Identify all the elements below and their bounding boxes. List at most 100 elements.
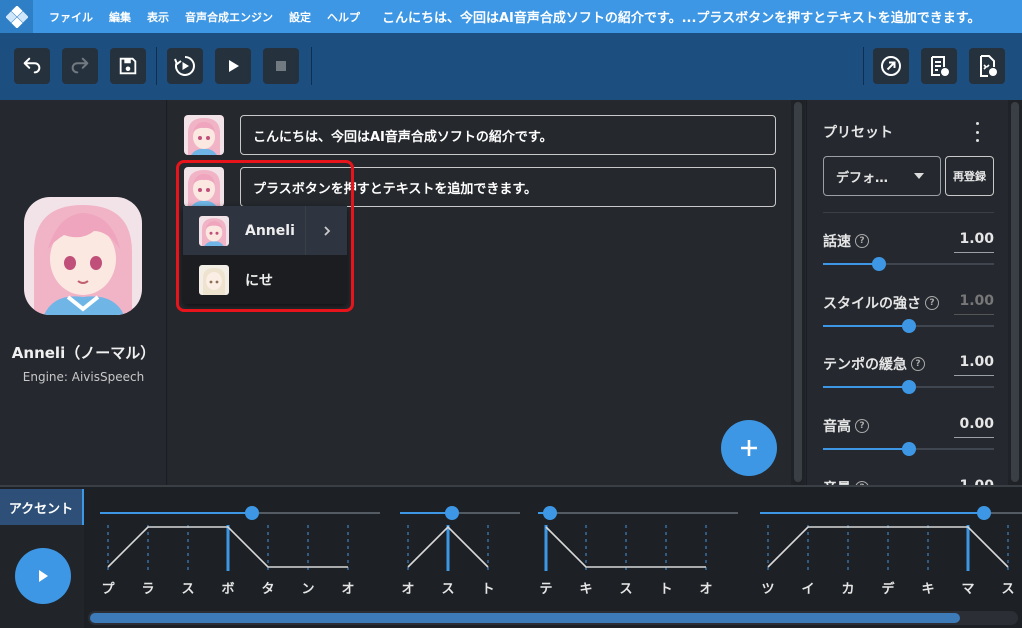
param-slider[interactable] — [823, 319, 994, 333]
export-audio-button[interactable] — [873, 48, 909, 84]
mora-label[interactable]: オ — [341, 582, 354, 597]
app-window: ファイル 編集 表示 音声合成エンジン 設定 ヘルプ こんにちは、今回はAI音声… — [0, 0, 1022, 628]
mora-label[interactable]: キ — [921, 582, 934, 597]
parameter-panel: プリセット デフォ… 再登録 話速? 1.00 スタイルの強さ? 1.00 テンポの緩急… — [806, 100, 1022, 485]
export-connected-button[interactable] — [969, 48, 1005, 84]
mora-label[interactable]: ン — [301, 582, 314, 597]
mora-label[interactable]: イ — [801, 582, 814, 597]
toolbar — [0, 33, 1022, 100]
param-label: テンポの緩急? — [823, 354, 925, 374]
help-icon[interactable]: ? — [855, 419, 869, 433]
accent-scrollbar[interactable] — [88, 611, 1018, 625]
menu-bar: ファイル 編集 表示 音声合成エンジン 設定 ヘルプ こんにちは、今回はAI音声… — [0, 0, 1022, 33]
preset-title: プリセット — [823, 125, 893, 141]
menu-file[interactable]: ファイル — [33, 9, 101, 25]
row-1-avatar[interactable] — [184, 115, 224, 155]
param-slider[interactable] — [823, 257, 994, 271]
mora-label[interactable]: プ — [101, 582, 115, 597]
menu-help[interactable]: ヘルプ — [319, 9, 368, 25]
play-icon — [39, 570, 48, 582]
param-slider[interactable] — [823, 380, 994, 394]
character-engine: Engine: AivisSpeech — [22, 370, 145, 384]
mora-label[interactable]: ス — [181, 582, 194, 597]
undo-button[interactable] — [14, 48, 50, 84]
stop-button[interactable] — [263, 48, 299, 84]
param-2: テンポの緩急? 1.00 — [823, 354, 994, 414]
redo-icon — [71, 57, 89, 74]
menu-engine[interactable]: 音声合成エンジン — [177, 9, 281, 25]
param-value-input[interactable]: 1.00 — [954, 231, 994, 253]
mora-label[interactable]: ス — [619, 582, 632, 597]
plus-icon — [741, 440, 757, 456]
mora-label[interactable]: オ — [401, 582, 414, 597]
app-logo-icon — [0, 0, 33, 33]
window-title: こんにちは、今回はAI音声合成ソフトの紹介です。...プラスボタンを押すとテキス… — [382, 11, 981, 26]
character-portrait — [24, 197, 142, 315]
param-label: 音量? — [823, 478, 869, 485]
param-value-input[interactable]: 1.00 — [954, 478, 994, 485]
param-value-input[interactable]: 1.00 — [954, 293, 994, 315]
export-connected-icon — [980, 55, 997, 77]
param-label: スタイルの強さ? — [823, 293, 939, 313]
more-vert-icon[interactable] — [969, 122, 985, 142]
menu-settings[interactable]: 設定 — [281, 9, 319, 25]
play-button[interactable] — [215, 48, 251, 84]
highlight-annotation — [176, 160, 354, 312]
menu-view[interactable]: 表示 — [139, 9, 177, 25]
param-1: スタイルの強さ? 1.00 — [823, 293, 994, 353]
export-icon — [881, 56, 901, 76]
preset-selected-value: デフォ… — [836, 170, 889, 186]
export-text-icon — [931, 56, 949, 76]
mora-label[interactable]: デ — [881, 581, 895, 597]
mora-label[interactable]: ラ — [141, 582, 154, 597]
help-icon[interactable]: ? — [855, 234, 869, 248]
param-value-input[interactable]: 0.00 — [954, 416, 994, 438]
play-continuous-icon — [174, 56, 195, 76]
mora-label[interactable]: カ — [841, 582, 854, 597]
mora-label[interactable]: ト — [659, 582, 672, 597]
play-continuous-button[interactable] — [167, 48, 203, 84]
save-icon — [119, 57, 137, 75]
param-3: 音高? 0.00 — [823, 416, 994, 476]
mora-label[interactable]: マ — [961, 582, 974, 597]
mora-label[interactable]: ス — [1001, 582, 1014, 597]
add-text-button[interactable] — [721, 420, 777, 476]
menu-edit[interactable]: 編集 — [101, 9, 139, 25]
undo-icon — [23, 57, 41, 74]
accent-slider-knob[interactable] — [977, 506, 991, 520]
accent-phrase-editor[interactable]: プラスボタンオオストテキストオツイカデキマス — [88, 487, 1022, 628]
accent-slider-knob[interactable] — [245, 506, 259, 520]
parameter-scrollbar[interactable] — [1008, 100, 1022, 485]
slider-knob[interactable] — [901, 380, 916, 394]
accent-play-button[interactable] — [15, 548, 71, 604]
slider-knob[interactable] — [872, 257, 887, 271]
editor-scrollbar[interactable] — [791, 100, 805, 485]
mora-label[interactable]: タ — [261, 582, 274, 597]
param-label: 音高? — [823, 416, 869, 436]
accent-slider-knob[interactable] — [445, 506, 459, 520]
mora-label[interactable]: ス — [441, 582, 454, 597]
tab-accent[interactable]: アクセント — [0, 489, 84, 525]
row-1-text-field[interactable]: こんにちは、今回はAI音声合成ソフトの紹介です。 — [240, 115, 776, 155]
save-button[interactable] — [110, 48, 146, 84]
redo-button[interactable] — [62, 48, 98, 84]
help-icon[interactable]: ? — [925, 296, 939, 310]
mora-label[interactable]: オ — [699, 582, 712, 597]
preset-select[interactable]: デフォ… — [823, 156, 941, 196]
help-icon[interactable]: ? — [911, 357, 925, 371]
accent-slider-knob[interactable] — [543, 506, 557, 520]
slider-knob[interactable] — [901, 442, 916, 456]
param-slider[interactable] — [823, 442, 994, 456]
mora-label[interactable]: テ — [539, 582, 552, 597]
mora-label[interactable]: ト — [481, 582, 494, 597]
mora-label[interactable]: キ — [579, 582, 592, 597]
slider-knob[interactable] — [901, 319, 916, 333]
preset-reregister-button[interactable]: 再登録 — [945, 156, 994, 196]
mora-label[interactable]: ボ — [221, 581, 234, 597]
caret-down-icon — [914, 173, 924, 179]
param-value-input[interactable]: 1.00 — [954, 354, 994, 376]
export-text-button[interactable] — [921, 48, 957, 84]
param-0: 話速? 1.00 — [823, 231, 994, 291]
mora-label[interactable]: ツ — [761, 582, 774, 597]
character-name: Anneli（ノーマル） — [11, 344, 156, 362]
